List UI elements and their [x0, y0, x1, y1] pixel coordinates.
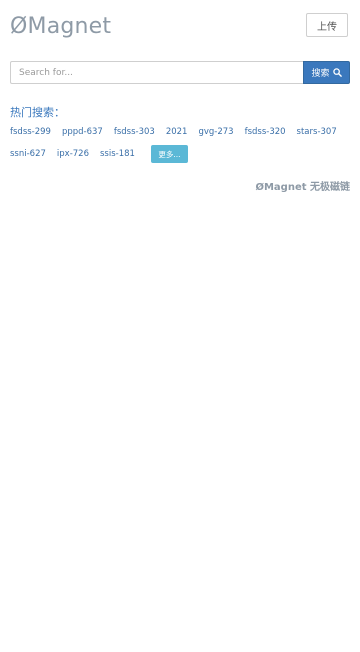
- hot-tag[interactable]: ssis-181: [100, 149, 135, 159]
- search-button-label: 搜索: [311, 69, 330, 79]
- search-bar: 搜索: [10, 61, 350, 84]
- hot-tag[interactable]: stars-307: [297, 127, 337, 137]
- more-button[interactable]: 更多...: [150, 145, 188, 163]
- hot-tags: fsdss-299 pppd-637 fsdss-303 2021 gvg-27…: [10, 123, 350, 167]
- page: ØMagnet 上传 搜索 热门搜索： fsdss-299 pppd-637 f…: [0, 0, 360, 652]
- hot-tag[interactable]: fsdss-320: [245, 127, 286, 137]
- upload-button[interactable]: 上传: [306, 13, 348, 37]
- footer-brand: ØMagnet 无极磁链: [255, 182, 350, 193]
- search-icon: [332, 68, 342, 77]
- search-input[interactable]: [10, 61, 303, 84]
- hot-tag[interactable]: fsdss-299: [10, 127, 51, 137]
- search-button[interactable]: 搜索: [303, 61, 350, 84]
- hot-tags-row-1: fsdss-299 pppd-637 fsdss-303 2021 gvg-27…: [10, 123, 350, 141]
- hot-tag[interactable]: ssni-627: [10, 149, 46, 159]
- site-logo[interactable]: ØMagnet: [10, 13, 111, 41]
- hot-tags-row-2: ssni-627 ipx-726 ssis-181 更多...: [10, 145, 350, 163]
- hot-tag[interactable]: fsdss-303: [114, 127, 155, 137]
- hot-tag[interactable]: 2021: [166, 127, 188, 137]
- hot-tag[interactable]: ipx-726: [57, 149, 89, 159]
- hot-tag[interactable]: pppd-637: [62, 127, 103, 137]
- hot-search-title: 热门搜索：: [10, 106, 65, 119]
- hot-tag[interactable]: gvg-273: [198, 127, 233, 137]
